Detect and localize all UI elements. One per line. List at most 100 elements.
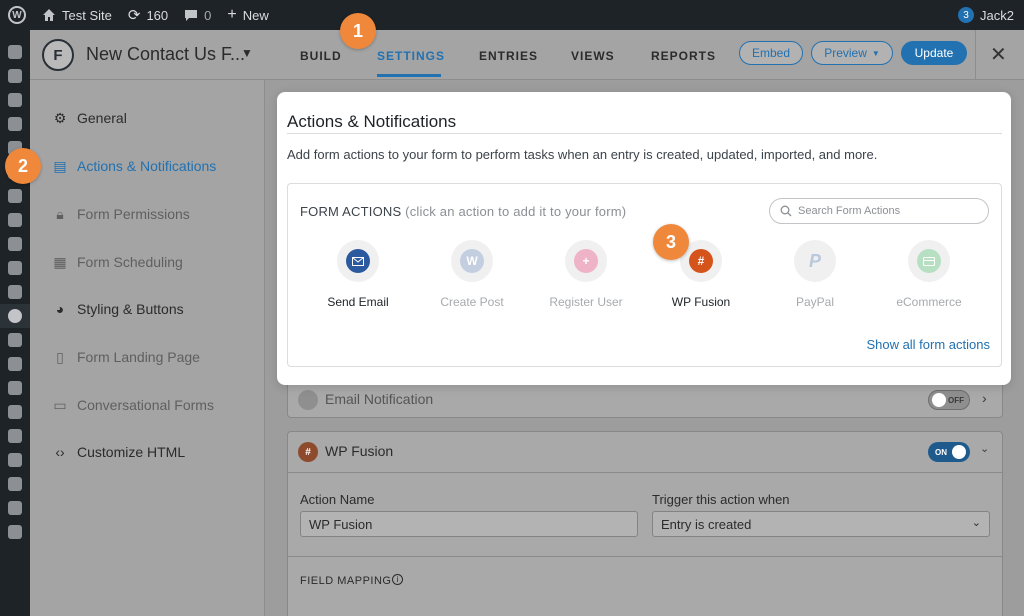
plus-icon: +	[227, 6, 237, 23]
search-placeholder: Search Form Actions	[798, 205, 901, 217]
info-icon[interactable]: i	[392, 574, 403, 585]
sidebar-item-actions-notifications[interactable]: ▤ Actions & Notifications	[52, 158, 217, 175]
user-account-link[interactable]: Jack2	[980, 8, 1014, 23]
field-mapping-label: FIELD MAPPING	[300, 575, 392, 587]
action-label: Register User	[549, 295, 623, 309]
sidebar-item-form-landing-page[interactable]: ▯ Form Landing Page	[52, 349, 200, 366]
menu-item-icon[interactable]	[0, 520, 30, 544]
menu-item-icon[interactable]	[0, 64, 30, 88]
sidebar-item-label: Form Scheduling	[77, 254, 183, 270]
tab-reports[interactable]: REPORTS	[651, 49, 716, 63]
form-builder-header: F New Contact Us F... ▼ BUILD SETTINGS E…	[30, 30, 1024, 80]
sidebar-item-general[interactable]: ⚙ General	[52, 109, 127, 127]
sidebar-item-form-scheduling[interactable]: ▦ Form Scheduling	[52, 253, 183, 271]
wp-fusion-action-card: # WP Fusion ON ⌄ Action Name WP Fusion T…	[287, 431, 1003, 616]
menu-item-icon[interactable]	[0, 184, 30, 208]
user-plus-icon: +	[574, 249, 598, 273]
sidebar-item-label: Form Permissions	[77, 206, 190, 222]
trigger-label: Trigger this action when	[652, 492, 790, 507]
form-actions-label: FORM ACTIONS	[300, 204, 402, 219]
wordpress-logo-icon: W	[8, 6, 26, 24]
menu-item-icon[interactable]	[0, 280, 30, 304]
active-tab-indicator	[377, 74, 441, 77]
email-notification-card[interactable]: Email Notification OFF ›	[287, 380, 1003, 418]
sidebar-item-label: Actions & Notifications	[77, 158, 217, 174]
search-form-actions-input[interactable]: Search Form Actions	[769, 198, 989, 224]
toggle-knob	[952, 445, 966, 459]
sidebar-item-customize-html[interactable]: ‹› Customize HTML	[52, 444, 185, 460]
wp-admin-menu	[0, 30, 30, 616]
form-actions-heading: FORM ACTIONS (click an action to add it …	[300, 204, 626, 219]
menu-item-icon[interactable]	[0, 328, 30, 352]
menu-item-icon[interactable]	[0, 376, 30, 400]
wp-fusion-toggle[interactable]: ON	[928, 442, 970, 462]
menu-item-icon[interactable]	[0, 424, 30, 448]
action-ecommerce[interactable]: eCommerce	[872, 240, 986, 309]
caret-down-icon[interactable]: ▼	[241, 46, 253, 60]
menu-item-icon[interactable]	[0, 256, 30, 280]
formidable-menu-icon[interactable]	[0, 304, 30, 328]
menu-item-icon[interactable]	[0, 88, 30, 112]
sidebar-item-label: Styling & Buttons	[77, 301, 184, 317]
sidebar-item-form-permissions[interactable]: 🔒︎ Form Permissions	[52, 206, 190, 223]
tab-views[interactable]: VIEWS	[571, 49, 615, 63]
wp-fusion-icon: #	[689, 249, 713, 273]
wordpress-icon: W	[460, 249, 484, 273]
action-send-email[interactable]: Send Email	[301, 240, 415, 309]
menu-item-icon[interactable]	[0, 208, 30, 232]
tab-build[interactable]: BUILD	[300, 49, 342, 63]
action-create-post[interactable]: W Create Post	[415, 240, 529, 309]
formidable-logo-icon[interactable]: F	[42, 39, 74, 71]
notification-badge[interactable]: 3	[958, 7, 975, 23]
chevron-right-icon[interactable]: ›	[982, 390, 987, 406]
email-notification-toggle[interactable]: OFF	[928, 390, 970, 410]
title-divider	[287, 133, 1002, 134]
new-content-link[interactable]: + New	[219, 0, 276, 30]
show-all-form-actions-link[interactable]: Show all form actions	[866, 337, 990, 352]
sidebar-item-conversational-forms[interactable]: ▭ Conversational Forms	[52, 396, 214, 414]
calendar-icon: ▦	[53, 253, 67, 270]
settings-sidebar: ⚙ General ▤ Actions & Notifications 🔒︎ F…	[30, 80, 265, 616]
tab-entries[interactable]: ENTRIES	[479, 49, 538, 63]
menu-item-icon[interactable]	[0, 232, 30, 256]
action-icon-circle	[337, 240, 379, 282]
action-register-user[interactable]: + Register User	[529, 240, 643, 309]
action-paypal[interactable]: P PayPal	[758, 240, 872, 309]
tab-settings[interactable]: SETTINGS	[377, 49, 445, 63]
menu-item-icon[interactable]	[0, 352, 30, 376]
updates-link[interactable]: ⟳ 160	[120, 0, 176, 30]
menu-item-icon[interactable]	[0, 496, 30, 520]
action-icon-circle: W	[451, 240, 493, 282]
gear-icon: ⚙	[53, 109, 67, 126]
chat-bubble-icon: ▭	[53, 396, 67, 413]
close-icon[interactable]: ✕	[990, 42, 1007, 67]
wp-fusion-card-title[interactable]: WP Fusion	[325, 443, 393, 459]
palette-icon: ◕	[55, 301, 65, 317]
comments-link[interactable]: 0	[176, 0, 219, 30]
embed-button[interactable]: Embed	[739, 41, 803, 65]
chevron-down-icon[interactable]: ⌄	[980, 442, 989, 455]
menu-item-icon[interactable]	[0, 400, 30, 424]
caret-down-icon: ▼	[871, 48, 880, 58]
update-button[interactable]: Update	[901, 41, 967, 65]
menu-item-icon[interactable]	[0, 448, 30, 472]
form-actions-hint: (click an action to add it to your form)	[405, 204, 627, 219]
credit-card-icon	[917, 249, 941, 273]
toggle-label: OFF	[948, 395, 964, 405]
dashboard-menu-icon[interactable]	[0, 40, 30, 64]
new-label: New	[242, 7, 269, 23]
trigger-select[interactable]: Entry is created ⌄	[652, 511, 990, 537]
card-divider	[288, 472, 1002, 473]
form-title[interactable]: New Contact Us F...	[86, 44, 245, 65]
comment-icon	[185, 9, 198, 21]
sidebar-item-styling-buttons[interactable]: ◕ Styling & Buttons	[52, 301, 184, 317]
site-name-link[interactable]: Test Site	[34, 0, 120, 30]
preview-button[interactable]: Preview ▼	[811, 41, 893, 65]
menu-item-icon[interactable]	[0, 112, 30, 136]
action-name-input[interactable]: WP Fusion	[300, 511, 638, 537]
updates-icon: ⟳	[127, 7, 141, 24]
wp-logo-menu[interactable]: W	[0, 0, 34, 30]
chevron-down-icon: ⌄	[971, 517, 981, 529]
menu-item-icon[interactable]	[0, 472, 30, 496]
paypal-icon: P	[808, 250, 821, 271]
